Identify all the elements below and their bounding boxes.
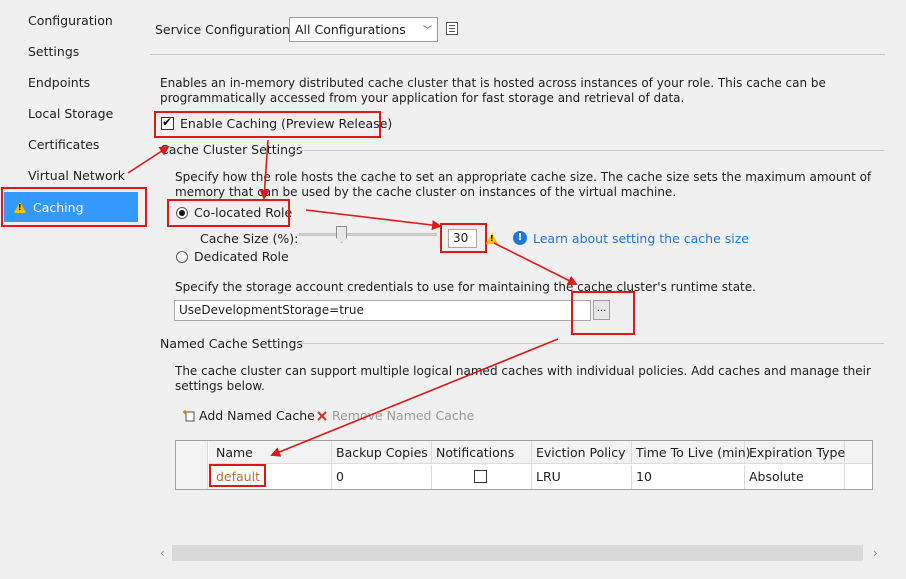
info-icon: ! xyxy=(513,231,527,245)
dedicated-label: Dedicated Role xyxy=(194,249,289,264)
annotation-arrow xyxy=(493,242,578,285)
column-header-backup-copies[interactable]: Backup Copies xyxy=(332,441,432,464)
cluster-section-title: Cache Cluster Settings xyxy=(160,142,303,157)
scroll-right-icon[interactable]: › xyxy=(873,546,878,560)
column-header-ttl[interactable]: Time To Live (min) xyxy=(632,441,751,464)
column-header-expiration-type[interactable]: Expiration Type xyxy=(745,441,845,464)
named-section-title: Named Cache Settings xyxy=(160,336,303,351)
annotation-box-caching xyxy=(1,187,147,227)
cell-ttl[interactable]: 10 xyxy=(632,465,745,489)
cache-size-slider-thumb[interactable] xyxy=(336,226,347,243)
learn-cache-size-link[interactable]: Learn about setting the cache size xyxy=(533,231,749,246)
add-named-cache-button[interactable]: Add Named Cache xyxy=(182,408,315,423)
divider xyxy=(150,54,885,55)
annotation-box-browse xyxy=(571,291,635,335)
sidebar-item-settings[interactable]: Settings xyxy=(28,44,79,59)
column-header-name[interactable]: Name xyxy=(212,441,332,464)
cell-expiration-type[interactable]: Absolute xyxy=(745,465,845,489)
annotation-arrow xyxy=(270,338,559,457)
cache-size-slider[interactable] xyxy=(299,233,437,236)
annotation-box-cache-size xyxy=(440,223,487,253)
sidebar-item-local-storage[interactable]: Local Storage xyxy=(28,106,113,121)
column-header-eviction-policy[interactable]: Eviction Policy xyxy=(532,441,632,464)
row-header xyxy=(176,441,208,489)
dedicated-radio[interactable] xyxy=(176,251,188,263)
cell-backup-copies[interactable]: 0 xyxy=(332,465,432,489)
service-config-select[interactable]: All Configurations ﹀ xyxy=(289,17,438,42)
column-header-notifications[interactable]: Notifications xyxy=(432,441,532,464)
cache-size-warning xyxy=(486,232,498,246)
horizontal-scrollbar[interactable] xyxy=(172,545,863,561)
annotation-box-default xyxy=(209,464,266,487)
named-description: The cache cluster can support multiple l… xyxy=(175,364,871,393)
cluster-description: Specify how the role hosts the cache to … xyxy=(175,170,872,199)
annotation-box-colocated xyxy=(167,199,290,227)
remove-x-icon xyxy=(317,411,327,421)
chevron-down-icon: ﹀ xyxy=(422,26,432,36)
cell-notifications[interactable] xyxy=(432,465,532,489)
add-named-cache-label: Add Named Cache xyxy=(198,408,315,423)
sidebar-item-virtual-network[interactable]: Virtual Network xyxy=(28,168,125,183)
annotation-box-enable xyxy=(154,111,381,138)
copy-config-icon[interactable] xyxy=(446,22,458,35)
add-icon xyxy=(183,410,195,422)
remove-named-cache-button[interactable]: Remove Named Cache xyxy=(316,408,474,423)
cache-size-label: Cache Size (%): xyxy=(200,231,299,246)
service-config-value: All Configurations xyxy=(295,22,406,37)
scroll-left-icon[interactable]: ‹ xyxy=(160,546,165,560)
sidebar-item-configuration[interactable]: Configuration xyxy=(28,13,113,28)
warning-icon xyxy=(486,233,498,244)
remove-named-cache-label: Remove Named Cache xyxy=(331,408,475,423)
annotation-arrow xyxy=(305,209,442,231)
divider xyxy=(296,343,884,344)
notifications-checkbox[interactable] xyxy=(474,470,487,483)
sidebar-item-certificates[interactable]: Certificates xyxy=(28,137,99,152)
caching-description: Enables an in-memory distributed cache c… xyxy=(160,76,826,105)
divider xyxy=(292,150,884,151)
storage-account-input[interactable]: UseDevelopmentStorage=true xyxy=(174,300,591,321)
cell-eviction-policy[interactable]: LRU xyxy=(532,465,632,489)
storage-description: Specify the storage account credentials … xyxy=(175,280,756,294)
sidebar-item-endpoints[interactable]: Endpoints xyxy=(28,75,90,90)
sidebar: Configuration Settings Endpoints Local S… xyxy=(0,0,146,579)
service-config-label: Service Configuration: xyxy=(155,22,295,37)
named-cache-table: Name Backup Copies Notifications Evictio… xyxy=(175,440,873,490)
